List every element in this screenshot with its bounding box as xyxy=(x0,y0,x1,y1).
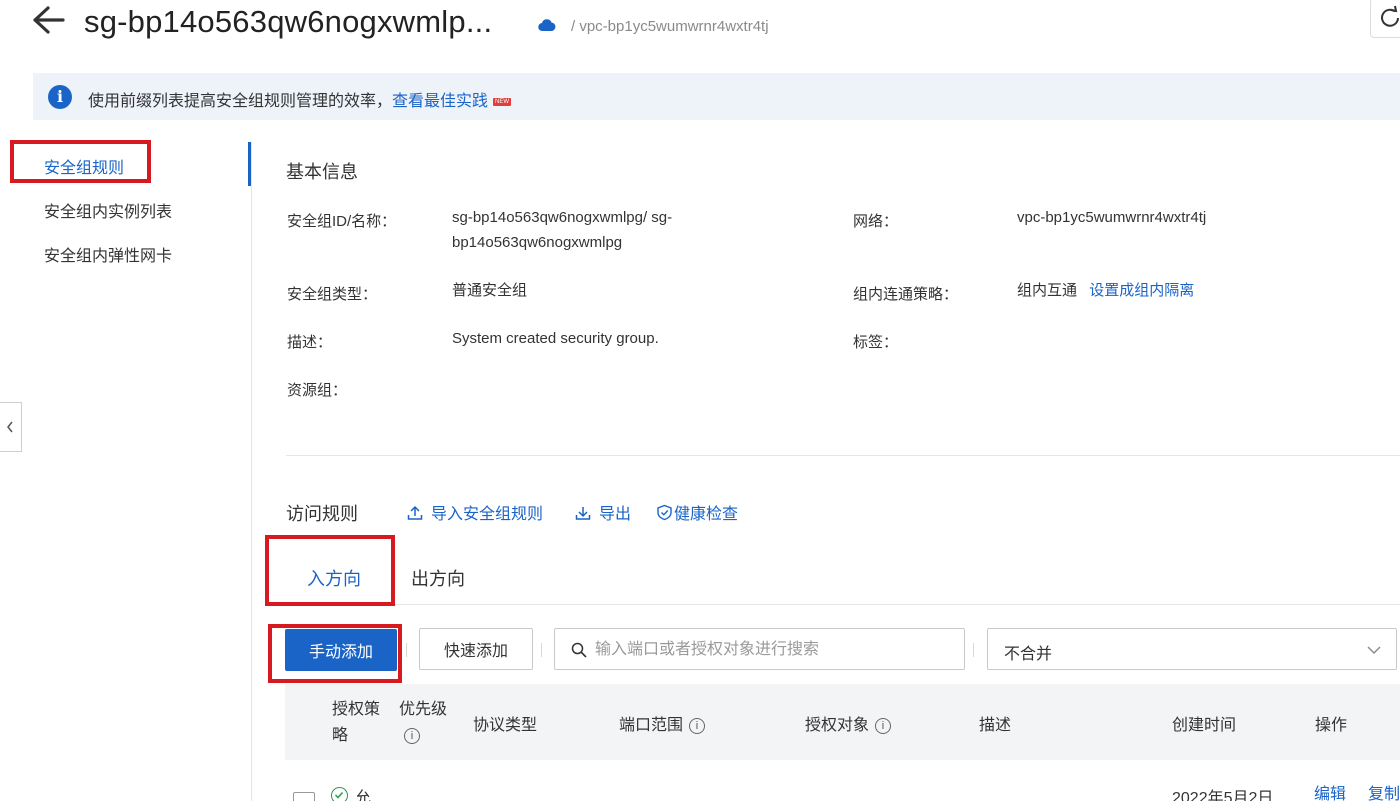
nav-divider xyxy=(251,142,252,801)
row-created-time: 2022年5月2日 xyxy=(1172,790,1274,801)
row-checkbox[interactable] xyxy=(293,792,315,801)
help-icon[interactable]: i xyxy=(404,728,420,744)
tags-label: 标签： xyxy=(853,334,899,351)
connectivity-policy-value: 组内互通 设置成组内隔离 xyxy=(1017,278,1194,303)
merge-select-value: 不合并 xyxy=(1004,646,1053,663)
network-label: 网络： xyxy=(853,213,899,230)
vpc-breadcrumb[interactable]: / vpc-bp1yc5wumwrnr4wxtr4tj xyxy=(571,18,769,35)
import-rules-label: 导入安全组规则 xyxy=(431,506,544,523)
merge-select[interactable]: 不合并 xyxy=(987,628,1397,670)
import-rules-button[interactable]: 导入安全组规则 xyxy=(407,500,543,524)
page-title: sg-bp14o563qw6nogxwmlp... xyxy=(84,4,493,39)
toolbar-separator xyxy=(406,643,407,657)
search-field[interactable] xyxy=(554,628,965,670)
search-icon xyxy=(571,642,587,658)
connectivity-policy-label: 组内连通策略： xyxy=(853,286,959,303)
nav-item-eni-list[interactable]: 安全组内弹性网卡 xyxy=(44,242,172,266)
search-input[interactable] xyxy=(595,638,955,662)
row-auth-policy: 允 xyxy=(355,790,372,801)
info-icon: i xyxy=(48,85,72,109)
col-auth-object-label: 授权对象 xyxy=(805,717,870,734)
tab-inbound[interactable]: 入方向 xyxy=(307,565,361,591)
help-icon[interactable]: i xyxy=(875,718,892,734)
access-rules-title: 访问规则 xyxy=(286,504,358,524)
security-group-detail-page: sg-bp14o563qw6nogxwmlp... / vpc-bp1yc5wu… xyxy=(0,0,1400,801)
notice-message: 使用前缀列表提高安全组规则管理的效率， xyxy=(88,93,393,110)
allow-check-icon xyxy=(331,787,348,801)
description-label: 描述： xyxy=(287,334,333,351)
col-description: 描述 xyxy=(979,717,1012,734)
quick-add-button[interactable]: 快速添加 xyxy=(419,628,533,670)
shield-check-icon xyxy=(657,504,672,521)
policy-value-text: 组内互通 xyxy=(1017,282,1078,299)
edit-link[interactable]: 编辑 xyxy=(1314,780,1346,801)
back-arrow-icon[interactable] xyxy=(30,4,70,40)
new-badge: NEW xyxy=(493,98,512,106)
best-practice-link[interactable]: 查看最佳实践 xyxy=(392,93,488,110)
col-auth-policy: 授权策 略 xyxy=(332,697,380,749)
help-icon[interactable]: i xyxy=(689,718,706,734)
sg-type-label: 安全组类型： xyxy=(287,286,378,303)
id-name-value: sg-bp14o563qw6nogxwmlpg/ sg-bp14o563qw6n… xyxy=(452,209,673,251)
refresh-button[interactable] xyxy=(1370,0,1400,38)
col-protocol: 协议类型 xyxy=(473,717,538,734)
health-check-button[interactable]: 健康检查 xyxy=(656,500,738,524)
toolbar-separator xyxy=(541,643,542,657)
nav-item-security-group-rules[interactable]: 安全组规则 xyxy=(44,154,124,178)
nav-item-instance-list[interactable]: 安全组内实例列表 xyxy=(44,198,172,222)
basic-info-title: 基本信息 xyxy=(286,162,358,182)
manual-add-button[interactable]: 手动添加 xyxy=(285,629,397,671)
tab-outbound[interactable]: 出方向 xyxy=(411,565,465,591)
cloud-icon xyxy=(538,18,556,32)
download-icon xyxy=(575,507,591,520)
set-isolation-link[interactable]: 设置成组内隔离 xyxy=(1089,282,1194,299)
refresh-icon xyxy=(1381,5,1399,27)
copy-link[interactable]: 复制 xyxy=(1368,780,1400,801)
col-auth-object: 授权对象 i xyxy=(805,711,892,735)
health-check-label: 健康检查 xyxy=(674,506,739,523)
collapse-sidebar-button[interactable] xyxy=(0,402,22,452)
network-value[interactable]: vpc-bp1yc5wumwrnr4wxtr4tj xyxy=(1017,205,1206,230)
upload-icon xyxy=(407,505,423,520)
export-label: 导出 xyxy=(599,506,632,523)
chevron-left-icon xyxy=(7,421,13,433)
notice-text: 使用前缀列表提高安全组规则管理的效率，查看最佳实践 NEW xyxy=(88,87,512,111)
description-value: System created security group. xyxy=(452,330,659,347)
col-auth-policy-line2: 略 xyxy=(332,727,349,744)
sg-type-value: 普通安全组 xyxy=(452,282,528,299)
resource-group-label: 资源组： xyxy=(287,382,348,399)
section-divider xyxy=(286,455,1400,456)
col-actions: 操作 xyxy=(1315,717,1348,734)
export-button[interactable]: 导出 xyxy=(575,500,631,524)
id-name-label: 安全组ID/名称： xyxy=(287,213,397,230)
col-auth-policy-line1: 授权策 xyxy=(332,701,381,718)
col-created-time: 创建时间 xyxy=(1172,717,1237,734)
col-priority: 优先级 i xyxy=(399,697,447,749)
col-port-range: 端口范围 i xyxy=(619,711,706,735)
notice-banner: i 使用前缀列表提高安全组规则管理的效率，查看最佳实践 NEW xyxy=(33,73,1400,120)
tab-divider xyxy=(286,604,1400,605)
chevron-down-icon xyxy=(1367,646,1381,654)
col-port-range-label: 端口范围 xyxy=(619,717,684,734)
toolbar-separator xyxy=(973,643,974,657)
col-priority-label: 优先级 xyxy=(399,701,448,718)
